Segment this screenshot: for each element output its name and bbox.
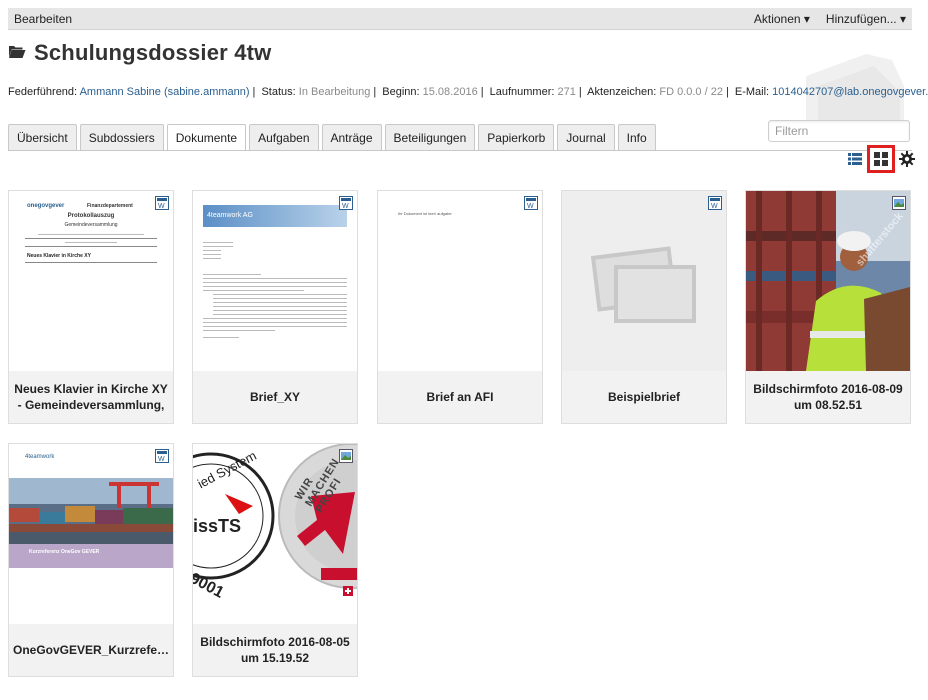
email-link[interactable]: 1014042707@lab.onegovgever.ch: [772, 86, 928, 98]
seal-text-middle: issTS: [193, 516, 242, 536]
word-file-icon: W: [524, 196, 538, 210]
tab-journal[interactable]: Journal: [557, 124, 615, 150]
document-card[interactable]: ied System issTS 9001 WIR MACHEN PROFI B…: [192, 443, 358, 677]
gear-icon[interactable]: [896, 148, 918, 170]
dossier-tabs: Übersicht Subdossiers Dokumente Aufgaben…: [8, 124, 656, 151]
word-file-icon: W: [155, 449, 169, 463]
document-card[interactable]: W Beispielbrief: [561, 190, 727, 424]
thumb-banner: 4teamwork AG: [203, 205, 347, 227]
page-title: Schulungsdossier 4tw: [34, 40, 272, 65]
view-switcher: [844, 145, 918, 173]
tab-trash[interactable]: Papierkorb: [478, 124, 555, 150]
document-title[interactable]: Neues Klavier in Kirche XY - Gemeindever…: [13, 371, 169, 423]
document-preview: shutterstock: [746, 191, 910, 371]
svg-text:W: W: [342, 203, 349, 210]
status-value: In Bearbeitung: [298, 86, 371, 98]
document-preview: 4teamwork Kurzreferenz OneGov GEVER: [9, 444, 173, 624]
thumb-caption: Kurzreferenz OneGov GEVER: [29, 549, 100, 555]
tabs-divider: [8, 150, 912, 151]
grid-view-icon[interactable]: [867, 145, 895, 173]
start-date-value: 15.08.2016: [422, 86, 478, 98]
tab-overview[interactable]: Übersicht: [8, 124, 77, 150]
top-menu-bar: Bearbeiten Aktionen ▾ Hinzufügen... ▾: [8, 8, 912, 30]
tab-info[interactable]: Info: [617, 124, 656, 150]
dossier-metadata: Federführend: Ammann Sabine (sabine.amma…: [8, 86, 928, 98]
filter-input[interactable]: [768, 120, 910, 142]
word-file-icon: W: [155, 196, 169, 210]
thumb-brand: onegovgever: [27, 203, 65, 209]
document-card[interactable]: 4teamwork AG W Brief_XY: [192, 190, 358, 424]
actions-menu[interactable]: Aktionen ▾: [754, 12, 810, 26]
tab-tasks[interactable]: Aufgaben: [249, 124, 319, 150]
lead-user-link[interactable]: Ammann Sabine (sabine.ammann): [80, 86, 250, 98]
image-file-icon: [892, 196, 906, 210]
document-preview: ied System issTS 9001 WIR MACHEN PROFI: [193, 444, 357, 624]
tab-documents[interactable]: Dokumente: [166, 124, 247, 151]
document-title[interactable]: OneGovGEVER_Kurzrefe…: [13, 624, 169, 676]
folder-open-icon: [8, 44, 26, 62]
tab-proposals[interactable]: Anträge: [321, 124, 382, 150]
document-preview: onegovgever Finanzdepartement Protokolla…: [9, 191, 173, 371]
top-menu-right: Aktionen ▾ Hinzufügen... ▾: [754, 12, 906, 26]
document-preview: [562, 191, 726, 371]
thumb-heading: Protokollauszug: [67, 213, 115, 219]
svg-text:W: W: [158, 203, 165, 210]
svg-text:W: W: [711, 203, 718, 210]
dossier-header: Schulungsdossier 4tw: [8, 40, 272, 66]
thumb-brand: 4teamwork: [25, 454, 55, 460]
document-title[interactable]: Brief_XY: [197, 371, 353, 423]
document-preview: Ihr Dokument ist leer/ aufgabe: [378, 191, 542, 371]
thumb-subheading: Gemeindeversammlung: [64, 222, 118, 228]
document-title[interactable]: Beispielbrief: [566, 371, 722, 423]
thumb-org: Finanzdepartement: [87, 203, 133, 209]
svg-text:W: W: [158, 456, 165, 463]
photo-thumbnail: [746, 191, 910, 371]
reference-number-value: FD 0.0.0 / 22: [659, 86, 723, 98]
document-preview: 4teamwork AG: [193, 191, 357, 371]
thumb-caption-band: Kurzreferenz OneGov GEVER: [9, 544, 173, 568]
document-title[interactable]: Bildschirmfoto 2016-08-09 um 08.52.51: [750, 371, 906, 423]
list-view-icon[interactable]: [844, 148, 866, 170]
sequence-number-value: 271: [557, 86, 576, 98]
document-title[interactable]: Brief an AFI: [382, 371, 538, 423]
add-menu[interactable]: Hinzufügen... ▾: [826, 12, 906, 26]
container-port-picture: [9, 478, 173, 544]
document-card[interactable]: shutterstock Bildschirmfoto 2016-08-09 u…: [745, 190, 911, 424]
edit-menu[interactable]: Bearbeiten: [14, 12, 72, 26]
document-card[interactable]: onegovgever Finanzdepartement Protokolla…: [8, 190, 174, 424]
tab-subdossiers[interactable]: Subdossiers: [79, 124, 164, 150]
svg-text:W: W: [527, 203, 534, 210]
image-file-icon: [339, 449, 353, 463]
placeholder-image-icon: [590, 246, 696, 323]
document-card[interactable]: Ihr Dokument ist leer/ aufgabe W Brief a…: [377, 190, 543, 424]
word-file-icon: W: [339, 196, 353, 210]
thumb-text: Ihr Dokument ist leer/ aufgabe: [398, 211, 452, 216]
document-card[interactable]: 4teamwork Kurzreferenz OneGov GEVER W On…: [8, 443, 174, 677]
document-title[interactable]: Bildschirmfoto 2016-08-05 um 15.19.52: [197, 624, 353, 676]
tab-participations[interactable]: Beteiligungen: [384, 124, 476, 150]
word-file-icon: W: [708, 196, 722, 210]
